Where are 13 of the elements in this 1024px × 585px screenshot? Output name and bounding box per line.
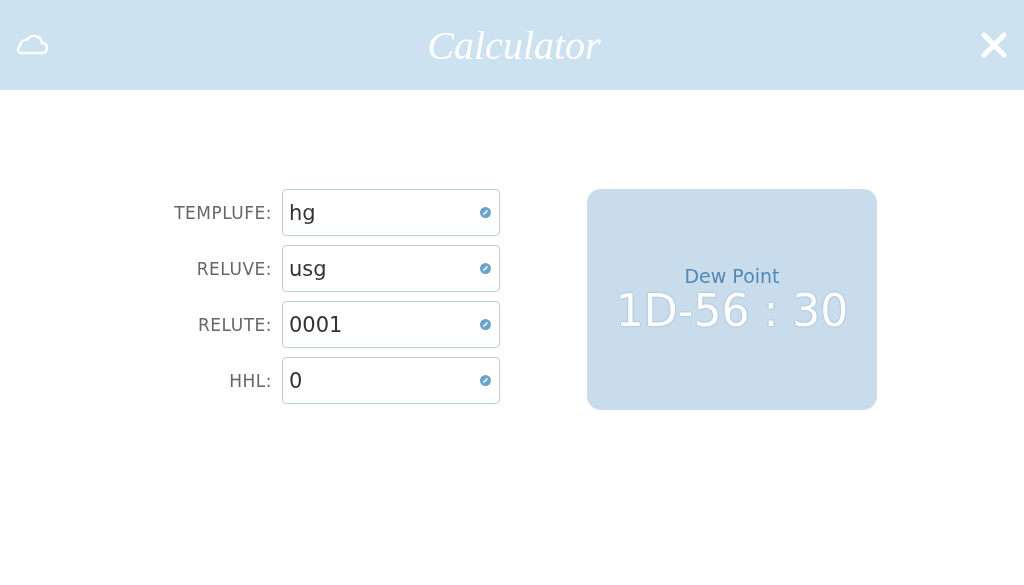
input-field[interactable]: hg [282,189,500,236]
edit-icon[interactable] [480,375,491,386]
result-label: Dew Point [684,264,780,287]
input-field[interactable]: usg [282,245,500,292]
field-label: RELUVE: [195,258,272,279]
edit-icon[interactable] [480,263,491,274]
field-label: HHL: [228,370,272,391]
input-field[interactable]: 0001 [282,301,500,348]
input-field[interactable]: 0 [282,357,500,404]
edit-icon[interactable] [480,207,491,218]
field-label: TEMPLUFE: [173,202,272,223]
field-label: RELUTE: [197,314,272,335]
edit-icon[interactable] [480,319,491,330]
